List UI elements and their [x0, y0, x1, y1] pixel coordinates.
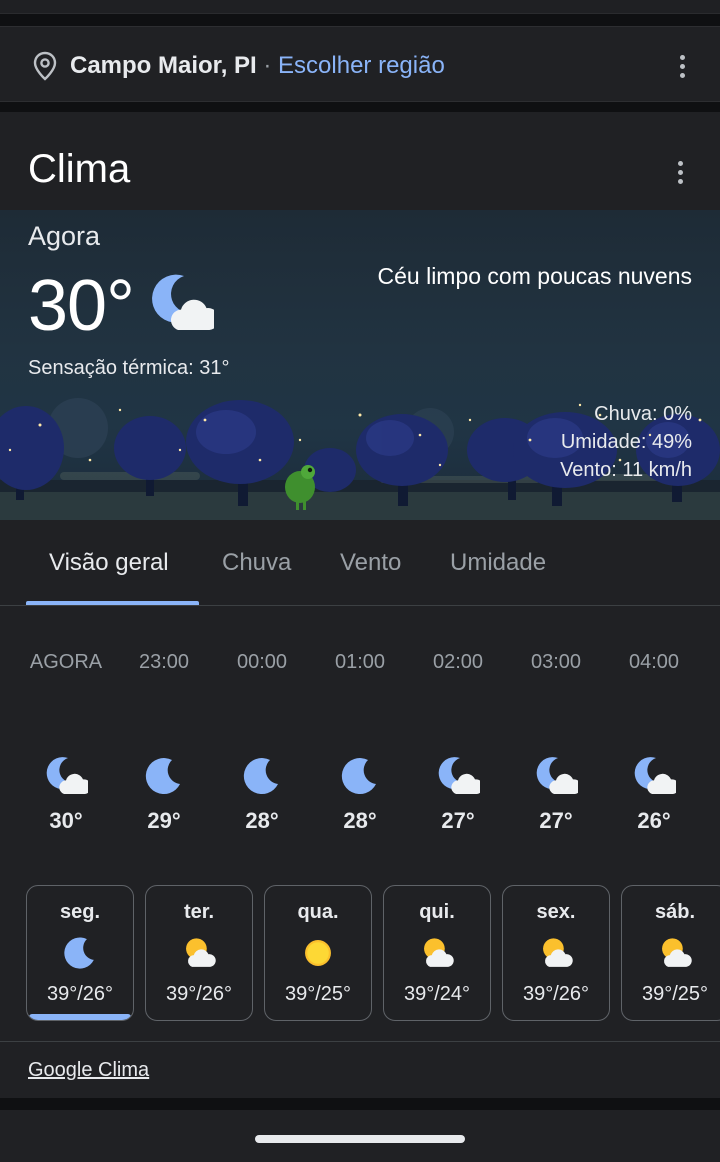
feels-like: Sensação térmica: 31° — [28, 357, 230, 379]
hour-temperature: 26° — [637, 808, 671, 833]
location-pin-icon — [33, 51, 57, 81]
sun-cloud-icon — [186, 938, 216, 967]
hour-time: 04:00 — [628, 651, 680, 673]
day-name: qua. — [297, 901, 339, 923]
daily-forecast: seg. 39°/26° ter. 39°/26° qua. 39°/25° qui. 39°… — [26, 885, 720, 1021]
location-separator: · — [256, 52, 279, 79]
day-card[interactable]: ter. 39°/26° — [145, 885, 253, 1021]
current-temperature: 30° — [28, 266, 135, 346]
day-temperature-range: 39°/26° — [165, 983, 233, 1005]
sun-cloud-icon — [543, 938, 573, 967]
hour-temperature: 27° — [539, 808, 573, 833]
day-card[interactable]: qui. 39°/24° — [383, 885, 491, 1021]
hourly-forecast[interactable]: AGORA 30° 23:00 29° 00:00 28° 01:00 28° 02:00 27°… — [0, 648, 720, 848]
sun-icon — [305, 940, 331, 966]
hour-temperature: 28° — [343, 808, 377, 833]
day-name: ter. — [183, 901, 215, 923]
day-card[interactable]: sáb. 39°/25° — [621, 885, 720, 1021]
hour-temperature: 30° — [49, 808, 83, 833]
choose-region-link[interactable]: Escolher região — [278, 52, 445, 79]
wind-speed: Vento: 11 km/h — [560, 459, 692, 481]
moon-cloud-icon — [152, 274, 214, 330]
rain-chance: Chuva: 0% — [594, 403, 692, 425]
hour-temperature: 27° — [441, 808, 475, 833]
day-temperature-range: 39°/24° — [403, 983, 471, 1005]
tab-wind[interactable]: Vento — [340, 548, 401, 578]
hour-time: 02:00 — [432, 651, 484, 673]
sun-cloud-icon — [424, 938, 454, 967]
card-title: Clima — [28, 147, 131, 191]
location-more-options-icon[interactable] — [670, 51, 694, 81]
day-temperature-range: 39°/26° — [522, 983, 590, 1005]
day-name: qui. — [419, 901, 455, 923]
day-name: sex. — [536, 901, 576, 923]
divider — [0, 1041, 720, 1042]
google-weather-link[interactable]: Google Clima — [28, 1057, 149, 1083]
moon-cloud-icon — [438, 757, 480, 794]
weather-tabs: Visão geral Chuva Vento Umidade — [0, 520, 720, 606]
tab-rain[interactable]: Chuva — [222, 548, 291, 578]
moon-cloud-icon — [536, 757, 578, 794]
tab-humidity[interactable]: Umidade — [450, 548, 546, 578]
hour-time: 03:00 — [530, 651, 582, 673]
hour-time: 23:00 — [138, 651, 190, 673]
moon-icon — [243, 758, 278, 795]
day-temperature-range: 39°/25° — [284, 983, 352, 1005]
system-navigation-bar — [0, 1110, 720, 1162]
hour-time: 00:00 — [236, 651, 288, 673]
current-weather-panel: Agora 30° Sensação térmica: 31° Céu limp… — [0, 210, 720, 520]
weather-card: Clima Agora 30° Sensação térmica: 31° Cé… — [0, 112, 720, 1098]
moon-cloud-icon — [634, 757, 676, 794]
sun-cloud-icon — [662, 938, 692, 967]
selected-day-indicator — [29, 1014, 131, 1020]
now-label: Agora — [28, 221, 101, 251]
home-gesture-handle[interactable] — [255, 1135, 465, 1143]
day-card[interactable]: seg. 39°/26° — [26, 885, 134, 1021]
card-more-options-icon[interactable] — [668, 157, 692, 187]
active-tab-indicator — [26, 601, 199, 605]
moon-cloud-icon — [46, 757, 88, 794]
humidity: Umidade: 49% — [560, 431, 692, 453]
location-text: Campo Maior, PI · Escolher região — [70, 51, 445, 81]
day-card[interactable]: qua. 39°/25° — [264, 885, 372, 1021]
moon-icon — [341, 758, 376, 795]
hour-time: 01:00 — [334, 651, 386, 673]
condition-text: Céu limpo com poucas nuvens — [377, 263, 693, 289]
previous-card-edge — [0, 0, 720, 14]
location-name: Campo Maior, PI — [70, 52, 257, 79]
hour-temperature: 29° — [147, 808, 181, 833]
hour-temperature: 28° — [245, 808, 279, 833]
day-temperature-range: 39°/26° — [46, 983, 114, 1005]
day-card[interactable]: sex. 39°/26° — [502, 885, 610, 1021]
day-name: seg. — [59, 901, 101, 923]
moon-icon — [145, 758, 180, 795]
tab-overview[interactable]: Visão geral — [49, 548, 169, 578]
location-bar: Campo Maior, PI · Escolher região — [0, 26, 720, 102]
day-temperature-range: 39°/25° — [641, 983, 709, 1005]
hour-time: AGORA — [29, 651, 103, 673]
moon-icon — [64, 937, 94, 969]
day-name: sáb. — [654, 901, 696, 923]
